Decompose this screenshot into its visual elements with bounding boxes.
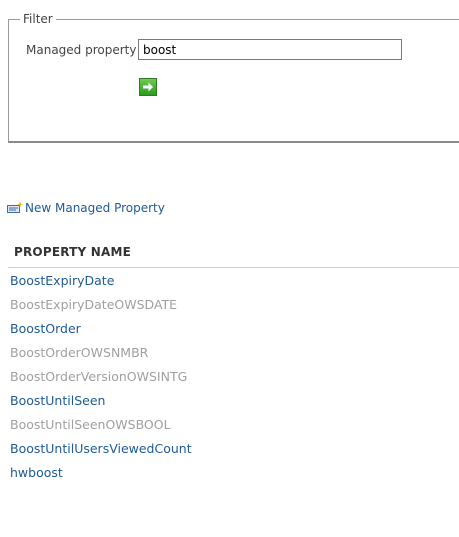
property-row-link[interactable]: BoostOrder xyxy=(10,321,192,345)
header-divider xyxy=(8,267,459,268)
property-row-link[interactable]: BoostExpiryDate xyxy=(10,273,192,297)
property-row-link[interactable]: BoostOrderVersionOWSINTG xyxy=(10,369,192,393)
property-list: BoostExpiryDate BoostExpiryDateOWSDATE Boo… xyxy=(10,273,192,489)
page: Filter Managed property New Managed Prop… xyxy=(0,0,459,537)
property-row-link[interactable]: hwboost xyxy=(10,465,192,489)
property-name-column-header[interactable]: PROPERTY NAME xyxy=(14,244,131,260)
property-row-link[interactable]: BoostUntilUsersViewedCount xyxy=(10,441,192,465)
property-row-link[interactable]: BoostUntilSeenOWSBOOL xyxy=(10,417,192,441)
managed-property-search-input[interactable] xyxy=(138,39,402,60)
new-managed-property-label: New Managed Property xyxy=(25,201,165,215)
green-arrow-right-icon xyxy=(143,82,153,92)
filter-legend: Filter xyxy=(20,11,56,27)
filter-fieldset xyxy=(8,19,459,143)
new-property-icon xyxy=(7,202,23,213)
property-row-link[interactable]: BoostExpiryDateOWSDATE xyxy=(10,297,192,321)
property-row-link[interactable]: BoostUntilSeen xyxy=(10,393,192,417)
new-managed-property-link[interactable]: New Managed Property xyxy=(7,200,165,216)
property-row-link[interactable]: BoostOrderOWSNMBR xyxy=(10,345,192,369)
go-button[interactable] xyxy=(139,78,157,96)
managed-property-label: Managed property xyxy=(26,43,137,57)
